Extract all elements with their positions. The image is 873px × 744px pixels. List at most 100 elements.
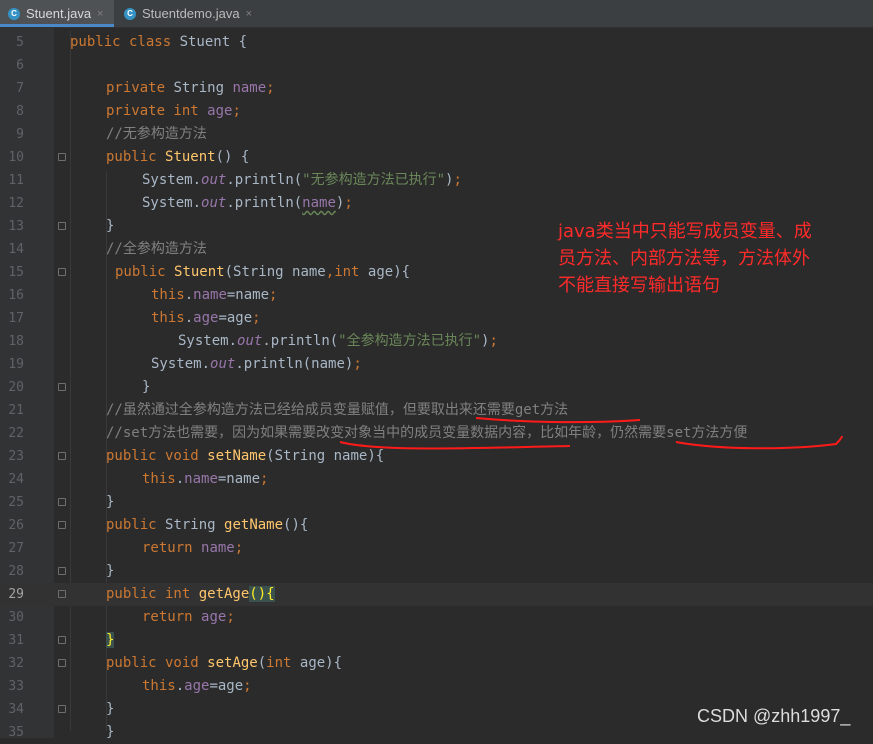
line-number: 17 — [8, 311, 24, 326]
fold-marker-icon[interactable] — [58, 383, 66, 391]
close-icon[interactable]: × — [246, 8, 252, 20]
code-text: } — [142, 376, 150, 399]
line-number: 5 — [16, 35, 24, 50]
code-text: System.out.println("全参构造方法已执行"); — [178, 330, 498, 353]
fold-marker-icon[interactable] — [58, 498, 66, 506]
code-line[interactable]: 28} — [0, 560, 873, 583]
code-token: Stuent — [165, 149, 216, 165]
line-number: 6 — [16, 58, 24, 73]
code-token: public — [106, 149, 166, 165]
code-token: name — [184, 471, 218, 487]
code-line[interactable]: 23 public void setName(String name){ — [0, 445, 873, 468]
code-token: =age — [218, 310, 253, 326]
fold-marker-icon[interactable] — [58, 452, 66, 460]
code-line[interactable]: 6 — [0, 54, 873, 77]
fold-marker-icon[interactable] — [58, 567, 66, 575]
fold-marker-icon[interactable] — [58, 268, 66, 276]
code-line[interactable]: 30 return age; — [0, 606, 873, 629]
code-token: String — [173, 80, 233, 96]
code-token: } — [106, 218, 115, 234]
code-token: ; — [344, 195, 353, 211]
code-line[interactable]: 8 private int age; — [0, 100, 873, 123]
code-text: } — [106, 560, 114, 583]
code-line[interactable]: 9 //无参构造方法 — [0, 123, 873, 146]
code-line[interactable]: 33 this.age=age; — [0, 675, 873, 698]
code-line[interactable]: 21 //虽然通过全参构造方法已经给成员变量赋值，但要取出来还需要get方法 — [0, 399, 873, 422]
tab-stuentdemo-java[interactable]: C Stuentdemo.java × — [116, 0, 260, 27]
code-text: public Stuent() { — [106, 146, 249, 169]
code-token: int — [266, 655, 300, 671]
code-token: age — [207, 103, 233, 119]
fold-marker-icon[interactable] — [58, 659, 66, 667]
fold-marker-icon[interactable] — [58, 222, 66, 230]
code-token: out — [237, 333, 263, 349]
code-token: System. — [178, 333, 238, 349]
close-icon[interactable]: × — [97, 8, 103, 20]
code-token: //虽然通过全参构造方法已经给成员变量赋值，但要取出来还需要get方法 — [106, 402, 569, 418]
code-token: } — [106, 701, 115, 717]
code-line[interactable]: 5 public class Stuent { — [0, 31, 873, 54]
fold-marker-icon[interactable] — [58, 521, 66, 529]
code-text: } — [106, 215, 114, 238]
code-token: .println( — [226, 195, 303, 211]
csdn-watermark: CSDN @zhh1997_ — [697, 706, 851, 726]
code-token: this — [142, 678, 176, 694]
code-line[interactable]: 18 System.out.println("全参构造方法已执行"); — [0, 330, 873, 353]
code-token: ; — [252, 310, 261, 326]
code-text: public void setAge(int age){ — [106, 652, 342, 675]
code-line[interactable]: 24 this.name=name; — [0, 468, 873, 491]
tab-label: Stuentdemo.java — [141, 6, 240, 21]
code-token: ; — [232, 103, 241, 119]
code-token: public int — [106, 586, 199, 602]
fold-marker-icon[interactable] — [58, 705, 66, 713]
code-line[interactable]: 17 this.age=age; — [0, 307, 873, 330]
code-token: this — [151, 287, 185, 303]
code-text: return age; — [142, 606, 235, 629]
code-line[interactable]: 31} — [0, 629, 873, 652]
code-text: this.age=age; — [142, 675, 252, 698]
code-line[interactable]: 29 public int getAge(){ — [0, 583, 873, 606]
code-line[interactable]: 7 private String name; — [0, 77, 873, 100]
code-line[interactable]: 20} — [0, 376, 873, 399]
editor-tab-bar: C Stuent.java × C Stuentdemo.java × — [0, 0, 873, 28]
code-line[interactable]: 32 public void setAge(int age){ — [0, 652, 873, 675]
line-number: 28 — [8, 564, 24, 579]
code-token: Stuent — [179, 34, 239, 50]
code-token: =name — [226, 287, 270, 303]
code-text: //无参构造方法 — [106, 123, 207, 146]
line-number: 29 — [8, 587, 24, 602]
annotation-line: 不能直接写输出语句 — [558, 275, 720, 296]
code-line[interactable]: 22 //set方法也需要，因为如果需要改变对象当中的成员变量数据内容，比如年龄，… — [0, 422, 873, 445]
code-line[interactable]: 26 public String getName(){ — [0, 514, 873, 537]
code-token: getName — [224, 517, 284, 533]
code-text: this.name=name; — [142, 468, 268, 491]
line-number: 21 — [8, 403, 24, 418]
code-token: //全参构造方法 — [106, 241, 207, 257]
code-text: public class Stuent { — [70, 31, 247, 54]
code-text: } — [106, 698, 114, 721]
code-token: name — [193, 287, 227, 303]
code-token: . — [175, 678, 185, 694]
code-line[interactable]: 12 System.out.println(name); — [0, 192, 873, 215]
code-token: age — [184, 678, 210, 694]
code-token: () — [249, 586, 267, 602]
code-token: //无参构造方法 — [106, 126, 207, 142]
code-token: out — [201, 195, 227, 211]
code-line[interactable]: 10 public Stuent() { — [0, 146, 873, 169]
code-line[interactable]: 25} — [0, 491, 873, 514]
fold-marker-icon[interactable] — [58, 153, 66, 161]
code-text: //虽然通过全参构造方法已经给成员变量赋值，但要取出来还需要get方法 — [106, 399, 568, 422]
code-token: "无参构造方法已执行" — [302, 172, 446, 188]
code-line[interactable]: 19 System.out.println(name); — [0, 353, 873, 376]
fold-marker-icon[interactable] — [58, 636, 66, 644]
code-text: } — [106, 721, 114, 744]
code-token: .println( — [262, 333, 339, 349]
fold-marker-icon[interactable] — [58, 590, 66, 598]
code-line[interactable]: 11 System.out.println("无参构造方法已执行"); — [0, 169, 873, 192]
code-token: System. — [142, 195, 202, 211]
code-token: out — [201, 172, 227, 188]
line-number: 13 — [8, 219, 24, 234]
tab-stuent-java[interactable]: C Stuent.java × — [0, 0, 114, 27]
code-token: } — [106, 494, 115, 510]
code-line[interactable]: 27 return name; — [0, 537, 873, 560]
